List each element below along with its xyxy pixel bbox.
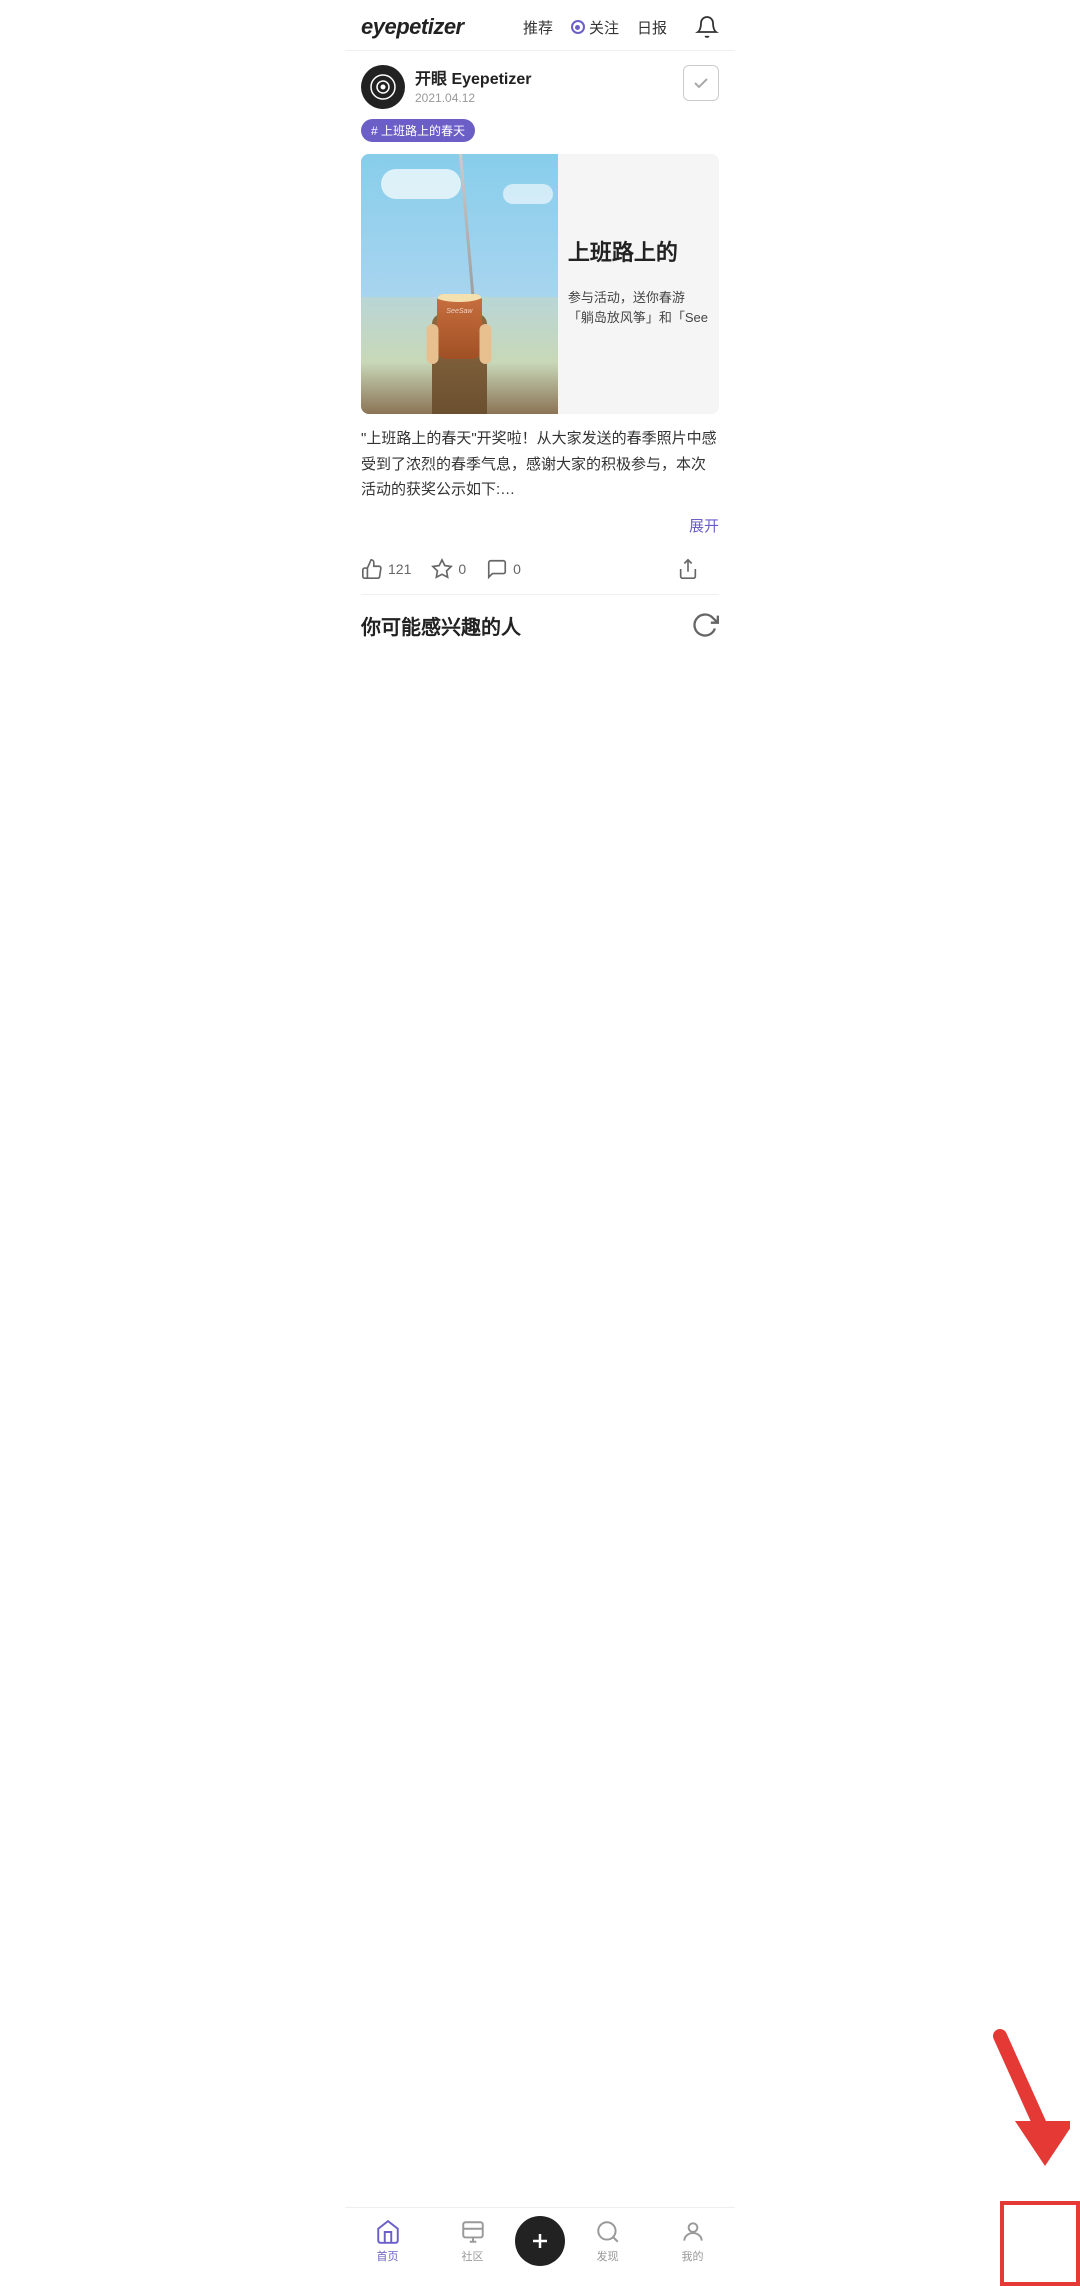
- tag-row: # 上班路上的春天: [361, 119, 719, 142]
- nav-discover-label: 发现: [597, 2248, 619, 2264]
- annotation-arrow: [970, 2026, 1070, 2186]
- nav-create-button[interactable]: [515, 2216, 565, 2266]
- content-image[interactable]: SeeSaw 上班路上的 参与活动，送你春游「躺岛放风筝」和「See: [361, 154, 719, 414]
- card-meta: 开眼 Eyepetizer 2021.04.12: [415, 65, 683, 105]
- share-button[interactable]: [677, 558, 699, 580]
- check-button[interactable]: [683, 65, 719, 101]
- bell-icon[interactable]: [695, 15, 719, 39]
- image-right: 上班路上的 参与活动，送你春游「躺岛放风筝」和「See: [558, 154, 719, 414]
- like-button[interactable]: 121: [361, 558, 411, 580]
- like-count: 121: [388, 561, 411, 577]
- post-card: 开眼 Eyepetizer 2021.04.12 # 上班路上的春天: [345, 51, 735, 595]
- nav-profile-label: 我的: [682, 2248, 704, 2264]
- nav-profile[interactable]: 我的: [650, 2219, 735, 2264]
- nav-home-label: 首页: [377, 2248, 399, 2264]
- card-header: 开眼 Eyepetizer 2021.04.12: [361, 65, 719, 109]
- image-right-title: 上班路上的: [568, 239, 709, 268]
- app-logo: eyepetizer: [361, 14, 523, 40]
- suggestions-title: 你可能感兴趣的人: [361, 611, 521, 640]
- avatar[interactable]: [361, 65, 405, 109]
- suggestions-header: 你可能感兴趣的人: [361, 611, 719, 640]
- app-header: eyepetizer 推荐 关注 日报: [345, 0, 735, 51]
- comment-count: 0: [513, 561, 521, 577]
- nav-home[interactable]: 首页: [345, 2219, 430, 2264]
- refresh-button[interactable]: [691, 611, 719, 639]
- star-button[interactable]: 0: [431, 558, 466, 580]
- image-left: SeeSaw: [361, 154, 558, 414]
- bottom-nav: 首页 社区 发现 我的: [345, 2207, 735, 2286]
- expand-button[interactable]: 展开: [361, 515, 719, 536]
- nav-community-label: 社区: [462, 2248, 484, 2264]
- nav-tab-follow[interactable]: 关注: [571, 17, 619, 38]
- suggestions-section: 你可能感兴趣的人: [345, 595, 735, 640]
- star-count: 0: [458, 561, 466, 577]
- nav-tab-recommend[interactable]: 推荐: [523, 17, 553, 38]
- image-right-desc: 参与活动，送你春游「躺岛放风筝」和「See: [568, 288, 709, 330]
- card-date: 2021.04.12: [415, 91, 683, 105]
- follow-dot-icon: [571, 20, 585, 34]
- comment-button[interactable]: 0: [486, 558, 521, 580]
- nav-tabs: 推荐 关注 日报: [523, 15, 719, 39]
- actions-row: 121 0 0: [361, 548, 719, 595]
- post-tag[interactable]: # 上班路上的春天: [361, 119, 475, 142]
- nav-tab-daily[interactable]: 日报: [637, 17, 667, 38]
- article-body: "上班路上的春天"开奖啦！从大家发送的春季照片中感受到了浓烈的春季气息，感谢大家…: [361, 426, 719, 507]
- highlight-box: [1000, 2201, 1080, 2286]
- card-author: 开眼 Eyepetizer: [415, 65, 683, 89]
- nav-discover[interactable]: 发现: [565, 2219, 650, 2264]
- nav-community[interactable]: 社区: [430, 2219, 515, 2264]
